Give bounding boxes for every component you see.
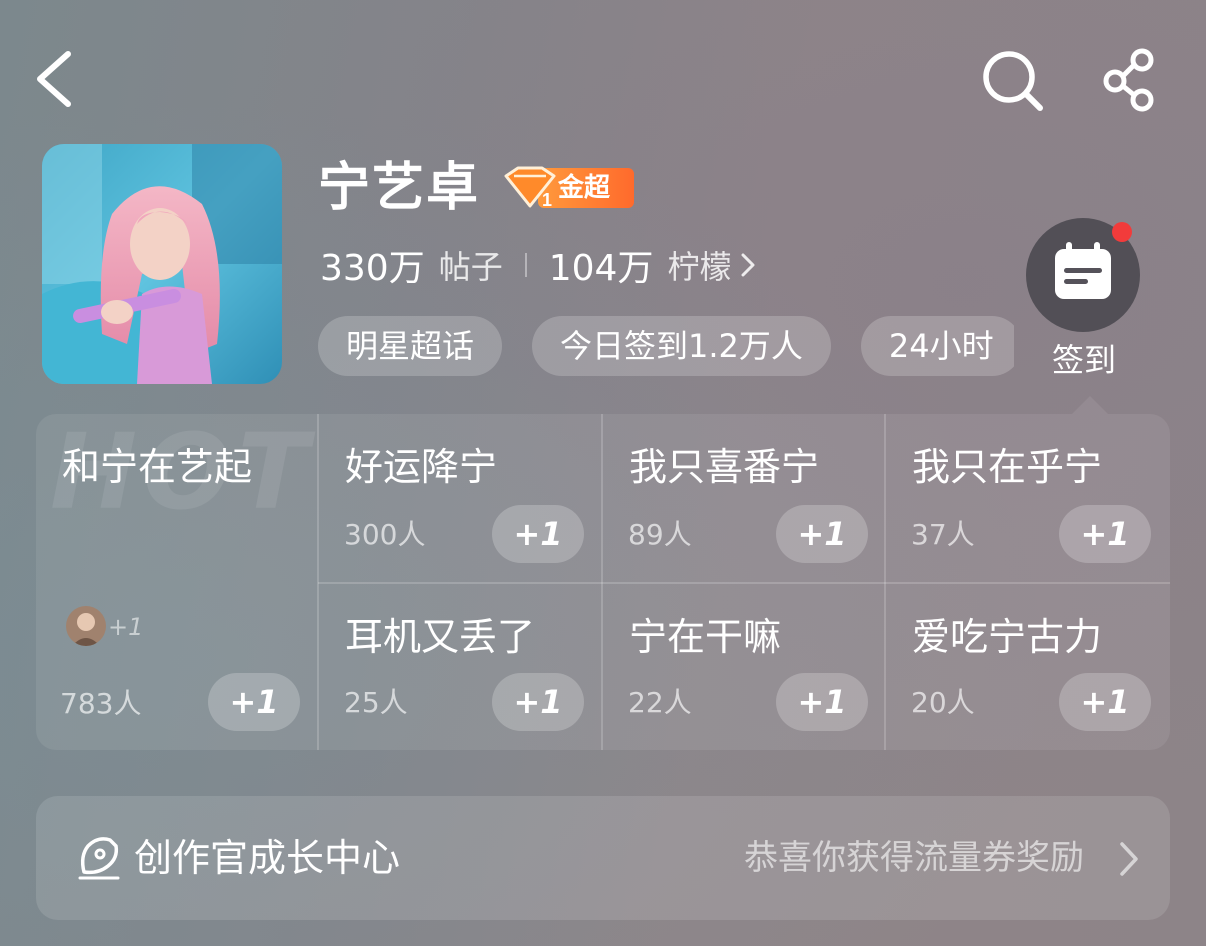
hot-item[interactable]: 爱吃宁古力 20人 +1	[886, 584, 1170, 750]
chevron-right-icon	[1120, 842, 1138, 876]
hot-item-title: 宁在干嘛	[629, 615, 782, 659]
plus-one-button[interactable]: +1	[492, 505, 584, 563]
creator-center-title: 创作官成长中心	[134, 836, 401, 880]
hot-item-count: 300人	[344, 518, 426, 551]
topic-title: 宁艺卓	[318, 158, 481, 218]
share-button[interactable]	[1098, 48, 1164, 114]
featured-title: 和宁在艺起	[62, 445, 253, 489]
plus-one-button[interactable]: +1	[776, 505, 868, 563]
hot-item-title: 耳机又丢了	[345, 615, 536, 659]
creator-reward-text: 恭喜你获得流量券奖励	[744, 838, 1084, 878]
topic-avatar[interactable]	[42, 144, 282, 384]
badge-label: 金超	[558, 173, 611, 203]
hot-item-count: 20人	[911, 686, 975, 719]
tag-24h[interactable]: 24小时	[860, 316, 1014, 376]
hot-item-title: 好运降宁	[345, 445, 498, 489]
panel-pointer	[1072, 396, 1108, 414]
topic-stats: 330万 帖子 104万 柠檬	[320, 240, 757, 290]
hot-item-title: 我只在乎宁	[912, 445, 1103, 489]
search-button[interactable]	[980, 48, 1046, 114]
hot-item-title: 我只喜番宁	[629, 445, 820, 489]
featured-hot-item[interactable]: 和宁在艺起 783人 +1	[36, 414, 317, 750]
stats-divider	[524, 253, 527, 277]
plus-one-button[interactable]: +1	[492, 673, 584, 731]
plus-one-button[interactable]: +1	[776, 673, 868, 731]
hot-item[interactable]: 好运降宁 300人 +1	[319, 414, 601, 582]
featured-count: 783人	[60, 687, 142, 720]
participant-extra: +1	[108, 613, 144, 641]
share-icon	[1103, 48, 1154, 112]
avatar-image	[42, 144, 282, 384]
search-icon	[983, 51, 1043, 111]
participant-avatar	[66, 606, 106, 646]
featured-plus-button[interactable]: +1	[208, 673, 300, 731]
tag-star-topic[interactable]: 明星超话	[318, 316, 503, 376]
diamond-rank-icon: 1	[504, 166, 556, 210]
lemons-link[interactable]: 104万 柠檬	[549, 239, 758, 291]
tag-checkin-count[interactable]: 今日签到1.2万人	[532, 316, 831, 376]
plus-one-button[interactable]: +1	[1059, 673, 1151, 731]
chevron-left-icon	[37, 51, 71, 107]
hot-item-title: 爱吃宁古力	[912, 615, 1103, 659]
notification-dot	[1112, 222, 1132, 242]
topic-tags: 明星超话 今日签到1.2万人 24小时	[318, 316, 1014, 376]
hot-item[interactable]: 我只喜番宁 89人 +1	[603, 414, 884, 582]
hot-item-count: 37人	[911, 518, 975, 551]
hot-item-count: 25人	[344, 686, 408, 719]
gold-super-badge[interactable]: 1 金超	[500, 164, 636, 210]
lemons-count: 104万	[548, 248, 654, 289]
hot-item[interactable]: 宁在干嘛 22人 +1	[603, 584, 884, 750]
posts-count: 330万	[320, 248, 425, 289]
posts-label: 帖子	[438, 248, 503, 286]
back-button[interactable]	[30, 46, 80, 112]
hot-item[interactable]: 我只在乎宁 37人 +1	[886, 414, 1170, 582]
chevron-right-icon	[741, 253, 755, 277]
badge-rank: 1	[542, 190, 552, 210]
checkin-label[interactable]: 签到	[1052, 340, 1116, 380]
lemons-label: 柠檬	[667, 248, 732, 286]
plus-one-button[interactable]: +1	[1059, 505, 1151, 563]
hot-item-count: 89人	[628, 518, 692, 551]
hot-item[interactable]: 耳机又丢了 25人 +1	[319, 584, 601, 750]
creator-pen-icon	[78, 837, 120, 880]
hot-item-count: 22人	[628, 686, 692, 719]
